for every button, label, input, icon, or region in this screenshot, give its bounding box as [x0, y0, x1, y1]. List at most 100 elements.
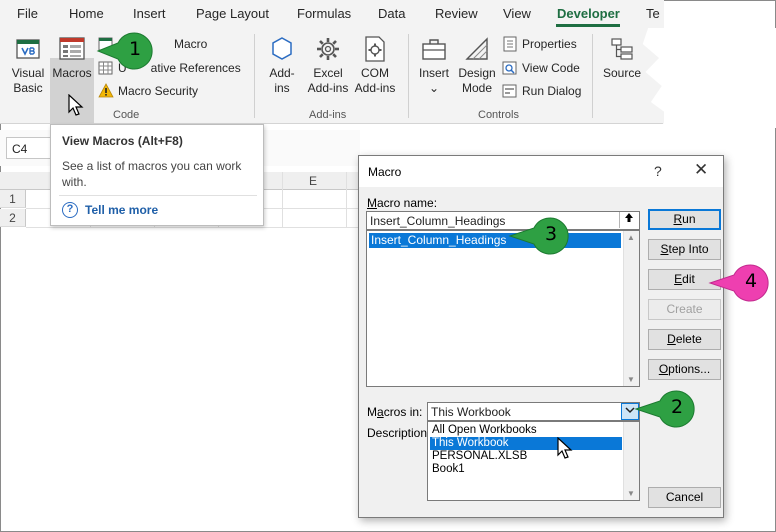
com-add-ins-label-1: COM: [361, 66, 389, 80]
dropdown-option-book1[interactable]: Book1: [430, 463, 622, 476]
excel-add-ins-button[interactable]: Excel Add-ins: [304, 34, 352, 96]
row-header-1[interactable]: 1: [0, 190, 26, 208]
column-header-e[interactable]: E: [309, 174, 317, 188]
group-separator: [592, 34, 593, 118]
callout-step-4: 4: [708, 261, 772, 305]
dialog-title: Macro: [368, 165, 402, 179]
macros-icon: [59, 37, 85, 60]
macros-in-dropdown-list[interactable]: All Open Workbooks This Workbook PERSONA…: [427, 421, 640, 501]
macro-security-button[interactable]: Macro Security: [98, 83, 198, 99]
add-ins-label-2: ins: [274, 81, 290, 95]
com-add-ins-button[interactable]: COM Add-ins: [352, 34, 398, 96]
design-mode-label-1: Design: [458, 66, 496, 80]
excel-add-ins-label-1: Excel: [313, 66, 343, 80]
design-mode-label-2: Mode: [461, 81, 493, 95]
dropdown-scrollbar[interactable]: ▼: [623, 422, 639, 500]
mouse-cursor-icon: [557, 437, 573, 459]
tab-team-partial[interactable]: Te: [646, 6, 660, 21]
dialog-titlebar: Macro ? ✕: [359, 156, 723, 187]
visual-basic-button[interactable]: Visual Basic: [8, 34, 48, 96]
row-header-2[interactable]: 2: [0, 209, 26, 227]
code-group-label: Code: [113, 109, 140, 121]
tab-home[interactable]: Home: [69, 6, 104, 21]
callout-step-1: 1: [96, 29, 158, 73]
add-ins-group-label: Add-ins: [309, 109, 347, 121]
tooltip-description: See a list of macros you can work with.: [62, 159, 242, 189]
visual-basic-icon: [16, 39, 40, 59]
tab-file[interactable]: File: [17, 6, 38, 21]
tab-data[interactable]: Data: [378, 6, 405, 21]
dialog-close-icon[interactable]: ✕: [694, 160, 708, 180]
add-ins-icon: [272, 37, 292, 60]
tooltip-title: View Macros (Alt+F8): [62, 134, 183, 148]
xml-source-icon: [611, 38, 633, 60]
scroll-down-arrow-icon[interactable]: ▼: [627, 489, 635, 498]
source-button[interactable]: Source: [600, 34, 644, 81]
scroll-up-arrow-icon[interactable]: ▲: [627, 233, 635, 242]
cancel-button[interactable]: Cancel: [648, 487, 721, 508]
macros-in-select[interactable]: This Workbook: [427, 402, 640, 421]
tab-developer[interactable]: Developer: [557, 6, 620, 21]
tell-me-more-label: Tell me more: [85, 203, 159, 217]
delete-button[interactable]: Delete: [648, 329, 721, 350]
arrow-up-icon[interactable]: [619, 212, 638, 228]
properties-button[interactable]: Properties: [502, 36, 577, 52]
view-code-icon: [502, 61, 517, 75]
dialog-help-button[interactable]: ?: [654, 163, 662, 179]
scroll-down-arrow-icon[interactable]: ▼: [627, 375, 635, 384]
macros-in-label: Macros in:: [367, 405, 423, 419]
visual-basic-label-2: Basic: [13, 81, 43, 95]
macro-listbox[interactable]: Insert_Column_Headings ▲ ▼: [366, 230, 640, 387]
gear-icon: [317, 38, 339, 60]
macros-button[interactable]: Macros: [50, 34, 94, 81]
source-label: Source: [602, 66, 642, 80]
active-tab-indicator: [556, 24, 620, 27]
callout-badge-pink: [708, 264, 769, 302]
callout-step-3: 3: [508, 214, 574, 258]
ribbon-tab-bar: File Home Insert Page Layout Formulas Da…: [0, 0, 664, 28]
macro-list-item-selected[interactable]: Insert_Column_Headings: [369, 233, 621, 248]
warning-icon: [98, 83, 114, 98]
run-dialog-label: Run Dialog: [522, 84, 582, 98]
gridline: [282, 172, 283, 228]
design-mode-button[interactable]: Design Mode: [456, 34, 498, 96]
dropdown-option-this-workbook[interactable]: This Workbook: [430, 437, 622, 450]
macro-dialog: Macro ? ✕ Macro name: Insert_Column_Head…: [358, 155, 724, 518]
insert-controls-button[interactable]: Insert ⌄: [414, 34, 454, 96]
view-macros-tooltip: View Macros (Alt+F8) See a list of macro…: [50, 124, 264, 226]
callout-badge-green: [634, 390, 695, 428]
add-ins-label-1: Add-: [269, 66, 295, 80]
properties-icon: [503, 36, 517, 52]
run-button[interactable]: Run: [648, 209, 721, 230]
run-dialog-button[interactable]: Run Dialog: [502, 83, 581, 99]
tell-me-more-link[interactable]: ? Tell me more: [62, 202, 158, 218]
callout-step-2: 2: [634, 387, 700, 431]
view-code-button[interactable]: View Code: [502, 60, 580, 76]
tab-formulas[interactable]: Formulas: [297, 6, 351, 21]
gridline: [346, 172, 347, 228]
view-code-label: View Code: [522, 61, 580, 75]
step-into-button[interactable]: Step Into: [648, 239, 721, 260]
properties-label: Properties: [522, 37, 577, 51]
record-macro-label: Macro: [174, 37, 208, 51]
group-separator: [408, 34, 409, 118]
options-button[interactable]: Options...: [648, 359, 721, 380]
tab-review[interactable]: Review: [435, 6, 478, 21]
tab-page-layout[interactable]: Page Layout: [196, 6, 269, 21]
tab-view[interactable]: View: [503, 6, 531, 21]
macro-list-scrollbar[interactable]: ▲ ▼: [623, 231, 639, 386]
toolbox-icon: [422, 39, 446, 60]
macros-label: Macros: [52, 66, 92, 80]
relative-references-label: ative References: [150, 61, 241, 75]
dropdown-option-all-open-workbooks[interactable]: All Open Workbooks: [430, 424, 622, 437]
add-ins-button[interactable]: Add- ins: [264, 34, 300, 96]
macro-name-input[interactable]: Insert_Column_Headings: [366, 211, 640, 230]
run-dialog-icon: [502, 84, 517, 98]
gridline: [26, 227, 360, 228]
design-mode-icon: [465, 37, 488, 60]
macro-security-label: Macro Security: [118, 84, 199, 98]
dropdown-option-personal-xlsb[interactable]: PERSONAL.XLSB: [430, 450, 622, 463]
help-circle-icon: ?: [62, 202, 78, 218]
tab-insert[interactable]: Insert: [133, 6, 166, 21]
macro-name-label: Macro name:: [367, 196, 438, 210]
